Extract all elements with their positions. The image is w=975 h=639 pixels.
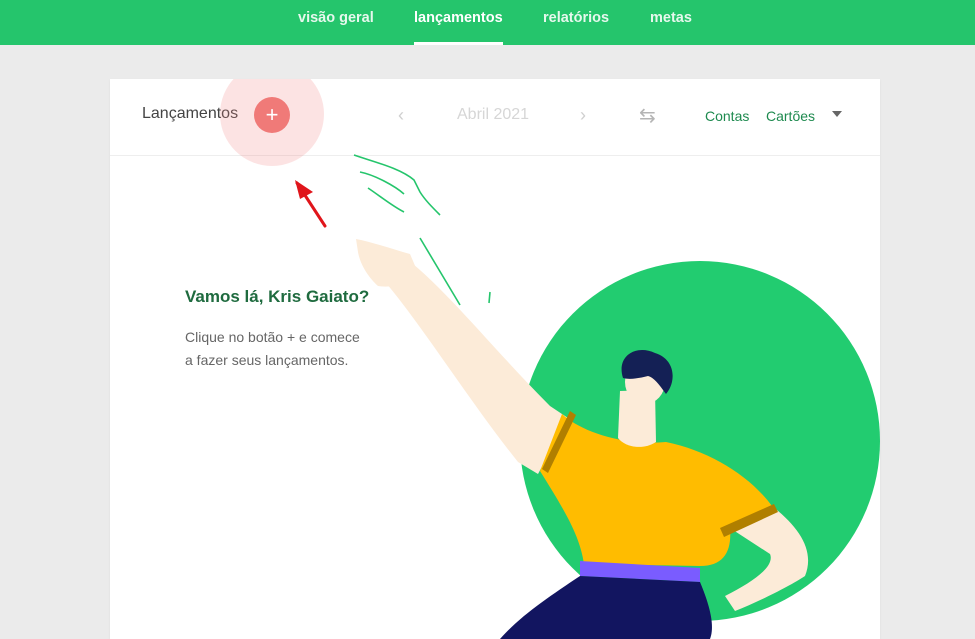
lancamentos-card: Lançamentos + ‹ Abril 2021 › ⇆ Contas Ca… xyxy=(110,79,880,639)
description-line-1: Clique no botão + e comece xyxy=(185,329,360,345)
empty-state-description: Clique no botão + e comece a fazer seus … xyxy=(185,326,405,372)
tab-visao-geral[interactable]: visão geral xyxy=(298,0,374,45)
add-entry-button[interactable]: + xyxy=(254,97,290,133)
card-header: Lançamentos + ‹ Abril 2021 › ⇆ Contas Ca… xyxy=(110,79,880,166)
empty-state-heading: Vamos lá, Kris Gaiato? xyxy=(185,287,370,306)
month-label: Abril 2021 xyxy=(457,106,530,123)
tab-lancamentos[interactable]: lançamentos xyxy=(414,0,503,45)
plus-icon: + xyxy=(265,102,279,127)
chevron-left-icon[interactable]: ‹ xyxy=(398,105,404,126)
filter-cartoes[interactable]: Cartões xyxy=(766,108,815,124)
chevron-right-icon[interactable]: › xyxy=(580,105,586,126)
tab-relatorios[interactable]: relatórios xyxy=(543,0,609,45)
empty-state-illustration xyxy=(356,239,880,639)
swap-arrows-icon[interactable]: ⇆ xyxy=(639,103,656,128)
description-line-2: a fazer seus lançamentos. xyxy=(185,352,349,368)
filter-contas[interactable]: Contas xyxy=(705,108,749,124)
tab-metas[interactable]: metas xyxy=(650,0,692,45)
caret-down-icon[interactable] xyxy=(832,111,842,117)
top-navigation: visão geral lançamentos relatórios metas xyxy=(0,0,975,45)
